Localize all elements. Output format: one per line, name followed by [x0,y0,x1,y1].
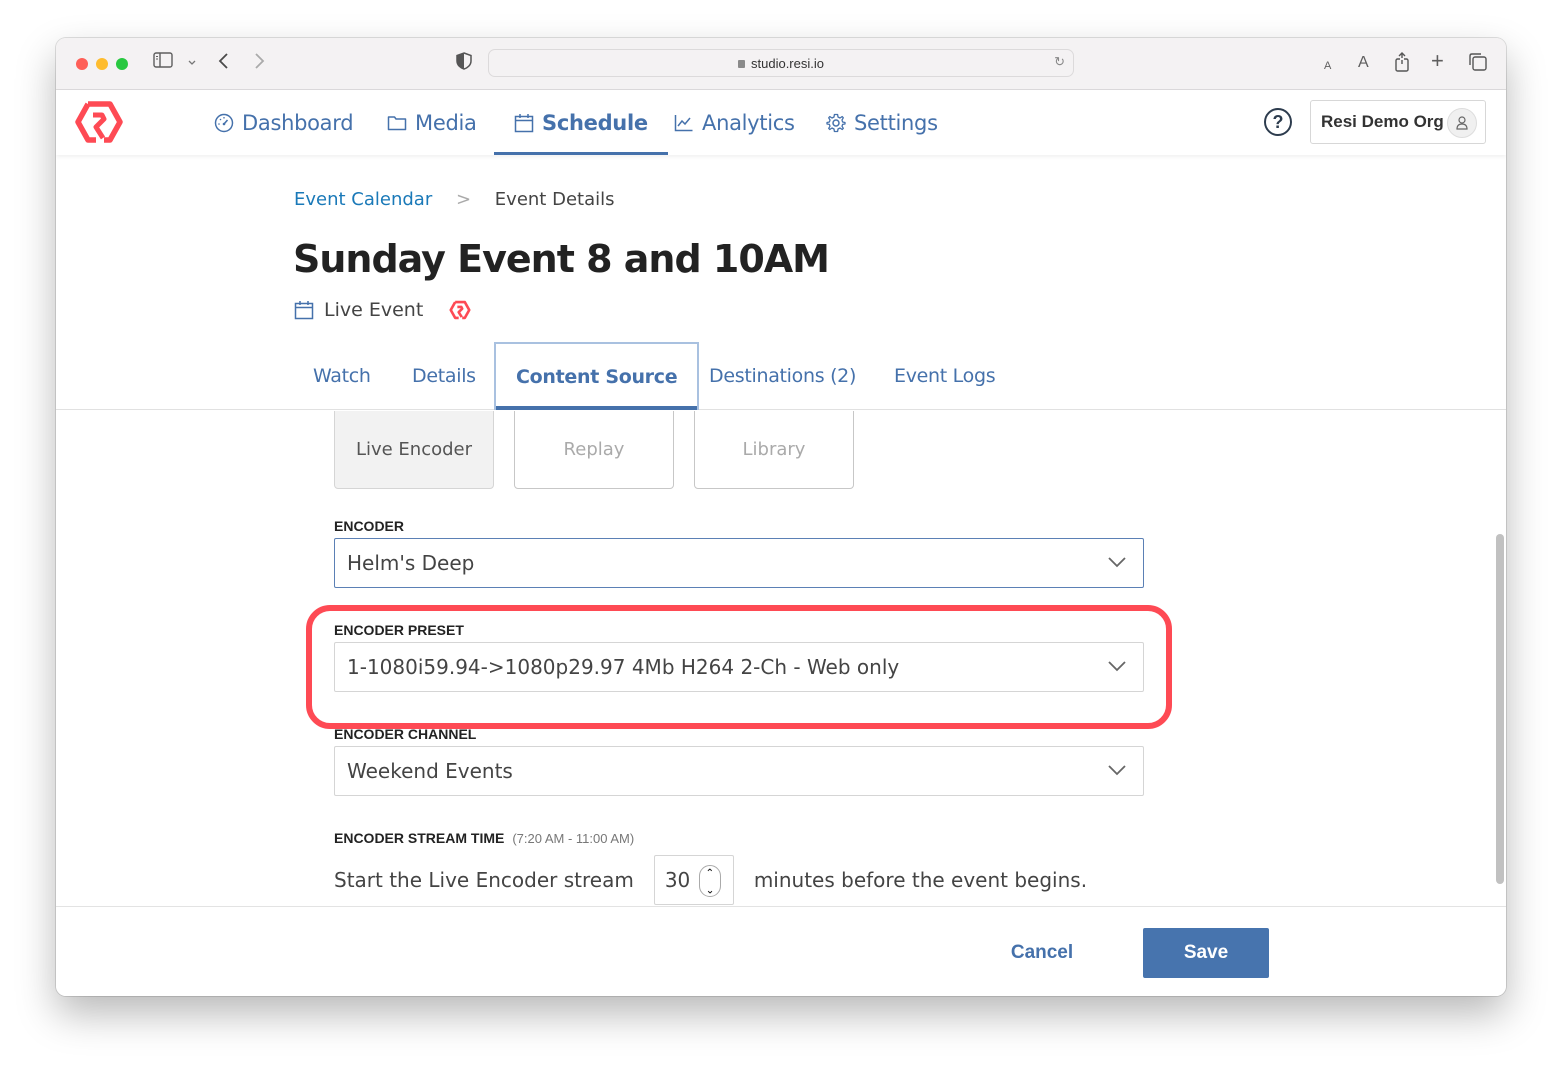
stepper-arrows[interactable]: ⌃ ⌃ [698,865,721,897]
source-option-replay[interactable]: Replay [514,411,674,489]
stream-time-prefix: Start the Live Encoder stream [334,868,634,892]
browser-window: studio.resi.io ↻ A A + Dashboard Media S… [56,38,1506,996]
encoder-preset-label: ENCODER PRESET [334,622,464,638]
breadcrumb-event-calendar[interactable]: Event Calendar [294,189,432,210]
nav-dashboard[interactable]: Dashboard [214,90,354,155]
org-name: Resi Demo Org [1321,112,1444,131]
breadcrumb: Event Calendar > Event Details [294,189,615,210]
chevron-down-icon [1108,661,1126,672]
tab-overview-icon[interactable] [1468,52,1488,80]
encoder-channel-value: Weekend Events [347,759,513,783]
gear-icon [826,113,846,132]
breadcrumb-separator: > [455,189,472,210]
address-bar[interactable]: studio.resi.io ↻ [488,49,1074,77]
content-source-panel: Live Encoder Replay Library ENCODER Helm… [56,411,1506,908]
minimize-window-button[interactable] [96,58,108,70]
chevron-down-icon[interactable] [187,52,197,76]
close-window-button[interactable] [76,58,88,70]
event-tabs: Watch Details Content Source Destination… [56,342,1506,410]
save-button[interactable]: Save [1143,928,1269,978]
gauge-icon [214,113,234,132]
encoder-channel-select[interactable]: Weekend Events [334,746,1144,796]
source-option-library[interactable]: Library [694,411,854,489]
org-switcher[interactable]: Resi Demo Org [1310,100,1486,144]
share-icon[interactable] [1394,52,1410,80]
zoom-window-button[interactable] [116,58,128,70]
encoder-select[interactable]: Helm's Deep [334,538,1144,588]
text-larger-button[interactable]: A [1358,51,1369,75]
event-type: Live Event [324,299,424,321]
nav-settings[interactable]: Settings [826,90,938,155]
nav-schedule[interactable]: Schedule [494,90,668,155]
encoder-label: ENCODER [334,518,405,534]
user-avatar-icon [1447,108,1477,138]
source-option-label: Replay [563,439,625,460]
chevron-down-icon [1108,765,1126,776]
nav-analytics-label: Analytics [702,110,795,135]
encoder-value: Helm's Deep [347,551,475,575]
tab-details[interactable]: Details [412,342,476,410]
vertical-scrollbar[interactable] [1496,534,1504,884]
tab-watch[interactable]: Watch [313,342,371,410]
folder-icon [387,115,407,130]
new-tab-icon[interactable]: + [1431,49,1444,73]
lock-icon [738,60,745,68]
sidebar-toggle-icon[interactable] [153,52,173,76]
stream-time-suffix: minutes before the event begins. [753,868,1088,892]
minutes-value: 30 [664,868,691,892]
stream-time-row: Start the Live Encoder stream 30 ⌃ ⌃ min… [334,855,1087,905]
encoder-channel-label: ENCODER CHANNEL [334,726,477,742]
minutes-stepper[interactable]: 30 ⌃ ⌃ [653,855,734,905]
form-footer: Cancel Save [56,906,1506,996]
nav-analytics[interactable]: Analytics [674,90,795,155]
calendar-icon [514,113,534,132]
page-title: Sunday Event 8 and 10AM [293,237,830,281]
stream-time-range: (7:20 AM - 11:00 AM) [512,831,635,846]
back-icon[interactable] [218,52,230,78]
increment-icon[interactable]: ⌃ [700,866,720,881]
line-chart-icon [674,114,693,131]
stream-time-label: ENCODER STREAM TIME (7:20 AM - 11:00 AM) [334,830,634,846]
resi-logo[interactable] [74,100,124,144]
help-icon[interactable]: ? [1264,108,1292,136]
reload-icon[interactable]: ↻ [1054,54,1065,70]
cancel-button[interactable]: Cancel [1002,929,1082,977]
nav-dashboard-label: Dashboard [242,110,354,135]
event-type-row: Live Event [294,299,471,321]
nav-media-label: Media [415,110,477,135]
source-option-label: Library [742,439,806,460]
nav-settings-label: Settings [854,110,938,135]
source-option-label: Live Encoder [355,439,473,460]
nav-media[interactable]: Media [387,90,477,155]
tab-content-source[interactable]: Content Source [494,342,700,410]
decrement-icon[interactable]: ⌃ [700,881,720,896]
encoder-preset-value: 1-1080i59.94->1080p29.97 4Mb H264 2-Ch -… [347,655,900,679]
url-text: studio.resi.io [751,56,824,71]
browser-toolbar: studio.resi.io ↻ A A + [56,38,1506,90]
breadcrumb-current: Event Details [494,189,615,210]
stream-time-title: ENCODER STREAM TIME [334,830,505,846]
chevron-down-icon [1108,557,1126,568]
tab-destinations[interactable]: Destinations (2) [709,342,856,410]
calendar-icon [294,301,314,320]
nav-schedule-label: Schedule [542,110,648,135]
text-smaller-button[interactable]: A [1324,54,1331,78]
privacy-shield-icon[interactable] [456,52,472,78]
main-content: Event Calendar > Event Details Sunday Ev… [56,155,1506,908]
encoder-preset-select[interactable]: 1-1080i59.94->1080p29.97 4Mb H264 2-Ch -… [334,642,1144,692]
resi-source-icon [449,300,471,320]
forward-icon[interactable] [253,52,265,78]
source-option-live-encoder[interactable]: Live Encoder [334,411,494,489]
tab-event-logs[interactable]: Event Logs [894,342,996,410]
app-header: Dashboard Media Schedule Analytics Setti… [56,90,1506,155]
